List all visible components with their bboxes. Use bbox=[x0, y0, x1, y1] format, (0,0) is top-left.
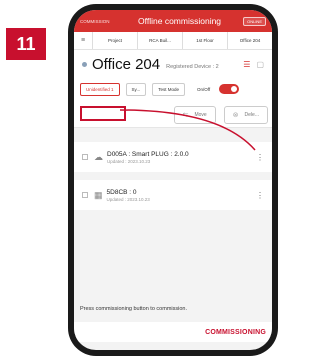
onoff-toggle[interactable] bbox=[219, 84, 240, 94]
grid-view-icon[interactable]: ▢ bbox=[256, 60, 264, 69]
screen-title: Offline commissioning bbox=[138, 16, 222, 26]
online-button[interactable]: ONLINE bbox=[243, 16, 266, 26]
more-options-icon[interactable]: ⋮ bbox=[256, 191, 264, 200]
phone-frame: COMMISSION Offline commissioning ONLINE … bbox=[68, 4, 278, 356]
device-title: 5D8CB : 0 bbox=[106, 188, 137, 196]
tab-sync[interactable]: Sy... bbox=[125, 82, 147, 96]
tab-test-mode[interactable]: Test Mode bbox=[152, 82, 185, 96]
cloud-device-icon: ☁ bbox=[94, 151, 103, 162]
commissioning-button[interactable]: COMMISSIONING bbox=[74, 322, 272, 342]
top-bar: COMMISSION Offline commissioning ONLINE bbox=[74, 10, 272, 32]
list-item[interactable]: ☁ D005A : Smart PLUG : 2.0.0 Updated : 2… bbox=[74, 142, 272, 172]
room-name: Office 204 bbox=[92, 55, 161, 73]
more-options-icon[interactable]: ⋮ bbox=[256, 153, 264, 162]
breadcrumb-floor[interactable]: 1st Floor bbox=[182, 32, 227, 49]
menu-icon[interactable]: ≡ bbox=[74, 37, 92, 44]
breadcrumb-building[interactable]: RCA Buil... bbox=[137, 32, 182, 49]
delete-button[interactable]: ⊗ Dele... bbox=[223, 105, 268, 124]
onoff-label: On/Off bbox=[196, 86, 211, 92]
sensor-device-icon: ▦ bbox=[94, 189, 103, 200]
step-number-badge: 11 bbox=[6, 28, 46, 60]
filter-row: Unidentified 1 Sy... Test Mode On/Off bbox=[74, 76, 272, 102]
registered-count: Registered Device : 2 bbox=[166, 64, 219, 70]
delete-label: Dele... bbox=[244, 111, 259, 118]
device-checkbox[interactable] bbox=[82, 192, 88, 198]
device-updated: Updated : 2023.10.23 bbox=[106, 196, 150, 202]
phone-screen: COMMISSION Offline commissioning ONLINE … bbox=[74, 10, 272, 350]
device-list: ☁ D005A : Smart PLUG : 2.0.0 Updated : 2… bbox=[74, 128, 272, 210]
device-title: D005A : Smart PLUG : 2.0.0 bbox=[107, 150, 189, 158]
room-header: Office 204 Registered Device : 2 ☰ ▢ bbox=[74, 50, 272, 76]
status-dot-icon bbox=[82, 61, 87, 67]
highlight-box bbox=[80, 106, 126, 121]
move-button[interactable]: ⇆ Move bbox=[173, 105, 216, 124]
commission-tab[interactable]: COMMISSION bbox=[80, 19, 116, 24]
device-updated: Updated : 2023.10.23 bbox=[107, 158, 151, 164]
breadcrumb: ≡ Project RCA Buil... 1st Floor Office 2… bbox=[74, 32, 272, 50]
delete-icon: ⊗ bbox=[232, 111, 239, 119]
breadcrumb-room[interactable]: Office 204 bbox=[227, 32, 272, 49]
move-icon: ⇆ bbox=[182, 111, 189, 119]
tab-unidentified[interactable]: Unidentified 1 bbox=[80, 82, 120, 96]
device-checkbox[interactable] bbox=[82, 154, 88, 160]
list-item[interactable]: ▦ 5D8CB : 0 Updated : 2023.10.23 ⋮ bbox=[74, 180, 272, 210]
move-label: Move bbox=[194, 111, 207, 118]
commission-hint: Press commissioning button to commission… bbox=[80, 306, 187, 312]
list-view-icon[interactable]: ☰ bbox=[243, 60, 250, 69]
breadcrumb-project[interactable]: Project bbox=[92, 32, 137, 49]
